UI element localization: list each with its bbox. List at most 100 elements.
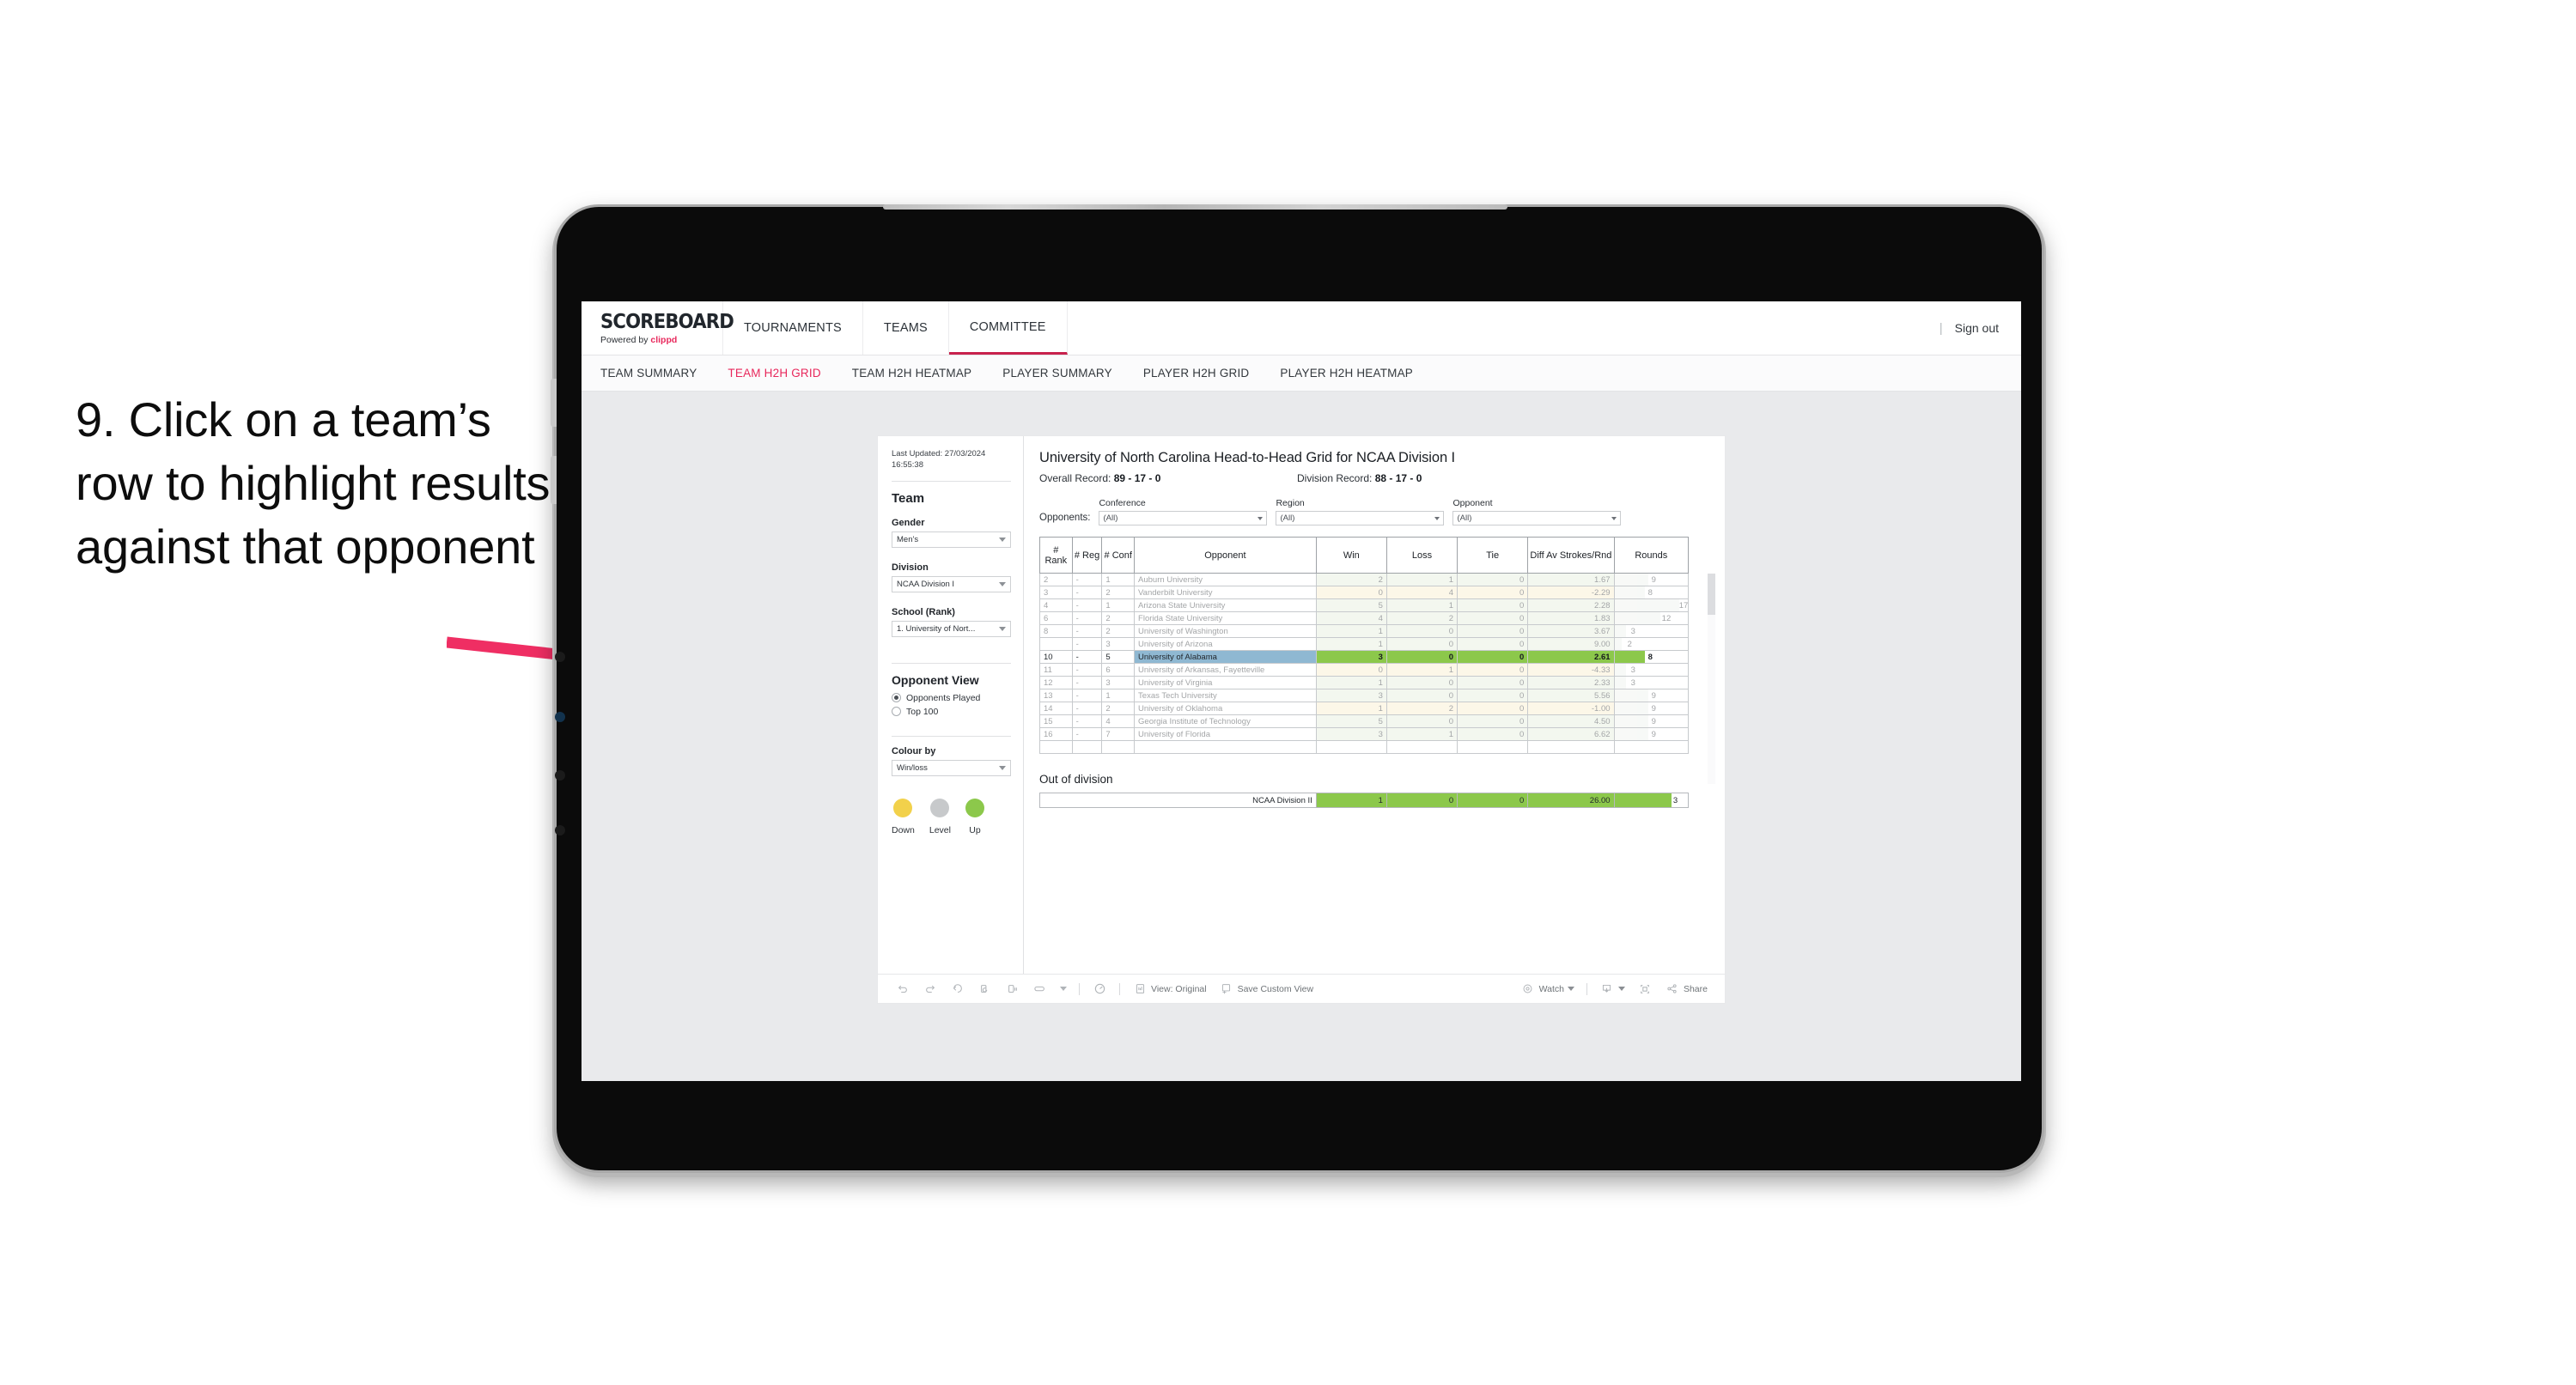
table-row[interactable]: 15-4 Georgia Institute of Technology 5 0 0 4.… <box>1039 714 1690 728</box>
region-select[interactable]: (All) <box>1276 511 1445 525</box>
refresh-icon[interactable] <box>977 981 993 997</box>
table-row[interactable]: 6-2 Florida State University 4 2 0 1.83 12 <box>1039 611 1690 625</box>
pause-icon[interactable] <box>1005 981 1020 997</box>
subnav-team-h2h-grid[interactable]: TEAM H2H GRID <box>728 367 820 380</box>
cell-conf: 2 <box>1101 624 1136 638</box>
table-row[interactable]: 12-3 University of Virginia 1 0 0 2.33 3 <box>1039 676 1690 689</box>
table-row[interactable]: 8-2 University of Washington 1 0 0 3.67 3 <box>1039 624 1690 638</box>
cell-rank: 2 <box>1039 573 1073 586</box>
header-right: | Sign out <box>1940 301 2021 355</box>
grid-scrollbar[interactable] <box>1708 574 1715 784</box>
rounds-value: 3 <box>1630 626 1635 636</box>
ood-rounds: 3 <box>1613 793 1690 808</box>
rounds-bar <box>1614 715 1649 727</box>
watch-button[interactable]: Watch <box>1520 981 1574 997</box>
cell-tie: 0 <box>1457 702 1529 715</box>
subnav-team-h2h-heatmap[interactable]: TEAM H2H HEATMAP <box>852 367 971 380</box>
colour-by-select[interactable]: Win/loss <box>892 759 1011 776</box>
rounds-bar <box>1614 574 1649 586</box>
cell-opponent: University of Arizona <box>1134 637 1317 651</box>
rounds-bar <box>1614 599 1679 611</box>
cell-rounds: 8 <box>1613 650 1690 664</box>
cell-conf: 3 <box>1101 676 1136 689</box>
save-custom-view-button[interactable]: Save Custom View <box>1219 981 1314 997</box>
brand-name: SCOREBOARD <box>600 311 734 333</box>
table-row[interactable]: 2-1 Auburn University 2 1 0 1.67 9 <box>1039 573 1690 586</box>
subnav-player-h2h-grid[interactable]: PLAYER H2H GRID <box>1143 367 1250 380</box>
view-original-button[interactable]: View: Original <box>1132 981 1207 997</box>
radio-top-100[interactable]: Top 100 <box>892 707 1011 717</box>
table-row[interactable]: 10-5 University of Alabama 3 0 0 2.61 8 <box>1039 650 1690 664</box>
h2h-grid-wrapper: # Rank # Reg # Conf Opponent Win Loss Ti… <box>1039 537 1715 784</box>
out-of-division-title: Out of division <box>1039 773 1113 786</box>
undo-icon[interactable] <box>895 981 910 997</box>
powered-by-text: Powered by <box>600 335 651 345</box>
records-row: Overall Record: 89 - 17 - 0 Division Rec… <box>1039 472 1708 484</box>
table-row[interactable]: 11-6 University of Arkansas, Fayetteville… <box>1039 663 1690 677</box>
out-of-division-row[interactable]: NCAA Division II 1 0 0 26.00 3 <box>1039 793 1690 808</box>
table-row[interactable]: 13-1 Texas Tech University 3 0 0 5.56 9 <box>1039 689 1690 702</box>
rounds-value: 3 <box>1630 677 1635 688</box>
cell-diff: 4.50 <box>1527 714 1615 728</box>
table-row[interactable]: 4-1 Arizona State University 5 1 0 2.28 17 <box>1039 598 1690 612</box>
device-volume-down-button[interactable] <box>551 456 557 504</box>
sign-out-link[interactable]: Sign out <box>1955 321 1999 335</box>
watch-label: Watch <box>1538 983 1564 994</box>
gender-select[interactable]: Men’s <box>892 531 1011 548</box>
nav-committee[interactable]: COMMITTEE <box>948 301 1068 355</box>
cell-reg: - <box>1071 611 1103 625</box>
opponent-select[interactable]: (All) <box>1452 511 1622 525</box>
save-custom-view-label: Save Custom View <box>1237 983 1314 994</box>
cell-rounds: 2 <box>1613 637 1690 651</box>
cell-win: 0 <box>1315 586 1387 599</box>
subnav-team-summary[interactable]: TEAM SUMMARY <box>600 367 697 380</box>
subnav-player-h2h-heatmap[interactable]: PLAYER H2H HEATMAP <box>1280 367 1413 380</box>
division-select[interactable]: NCAA Division I <box>892 575 1011 592</box>
cell-diff: 5.56 <box>1527 689 1615 702</box>
school-select[interactable]: 1. University of Nort... <box>892 620 1011 637</box>
cell-loss: 0 <box>1385 637 1459 651</box>
cell-rank: 13 <box>1039 689 1073 702</box>
cell-loss: 1 <box>1385 727 1459 741</box>
table-row[interactable]: 3-2 Vanderbilt University 0 4 0 -2.29 8 <box>1039 586 1690 599</box>
rounds-value: 9 <box>1651 690 1656 701</box>
download-button[interactable] <box>1599 981 1625 997</box>
redo-icon[interactable] <box>923 981 938 997</box>
grid-scrollbar-thumb[interactable] <box>1708 574 1715 615</box>
pause-clock-icon[interactable] <box>1092 981 1107 997</box>
secondary-nav: TEAM SUMMARY TEAM H2H GRID TEAM H2H HEAT… <box>582 355 2021 392</box>
app-header: SCOREBOARD Powered by clippd TOURNAMENTS… <box>582 301 2021 355</box>
division-record-label: Division Record: <box>1297 472 1375 484</box>
table-row[interactable]: -3 University of Arizona 1 0 0 9.00 2 <box>1039 637 1690 651</box>
grid-spacer-cell <box>1457 740 1529 754</box>
cell-reg: - <box>1071 586 1103 599</box>
cell-rounds: 3 <box>1613 676 1690 689</box>
table-row[interactable]: 16-7 University of Florida 3 1 0 6.62 9 <box>1039 727 1690 741</box>
brand-logo[interactable]: SCOREBOARD Powered by clippd <box>582 301 734 355</box>
radio-opponents-played[interactable]: Opponents Played <box>892 693 1011 703</box>
cell-diff: 1.67 <box>1527 573 1615 586</box>
fullscreen-icon[interactable] <box>1637 981 1653 997</box>
chevron-down-icon <box>1617 987 1625 991</box>
cell-tie: 0 <box>1457 624 1529 638</box>
toolbar-separator-2 <box>1119 982 1120 995</box>
device-volume-up-button[interactable] <box>551 379 557 427</box>
loop-icon[interactable] <box>1032 981 1048 997</box>
cell-tie: 0 <box>1457 689 1529 702</box>
cell-conf: 2 <box>1101 702 1136 715</box>
chevron-down-icon[interactable] <box>1060 987 1067 991</box>
nav-teams[interactable]: TEAMS <box>863 301 949 355</box>
nav-tournaments[interactable]: TOURNAMENTS <box>723 301 863 355</box>
subnav-player-summary[interactable]: PLAYER SUMMARY <box>1002 367 1112 380</box>
cell-rank <box>1039 637 1073 651</box>
share-button[interactable]: Share <box>1665 981 1708 997</box>
col-rank-label: # Rank <box>1044 544 1068 566</box>
opponent-view-heading: Opponent View <box>892 672 979 687</box>
revert-icon[interactable] <box>950 981 965 997</box>
cell-win: 2 <box>1315 573 1387 586</box>
conference-select[interactable]: (All) <box>1099 511 1268 525</box>
table-row[interactable]: 14-2 University of Oklahoma 1 2 0 -1.00 9 <box>1039 702 1690 715</box>
cell-opponent: University of Alabama <box>1134 650 1317 664</box>
chevron-down-icon <box>1611 516 1617 520</box>
cell-rank: 15 <box>1039 714 1073 728</box>
